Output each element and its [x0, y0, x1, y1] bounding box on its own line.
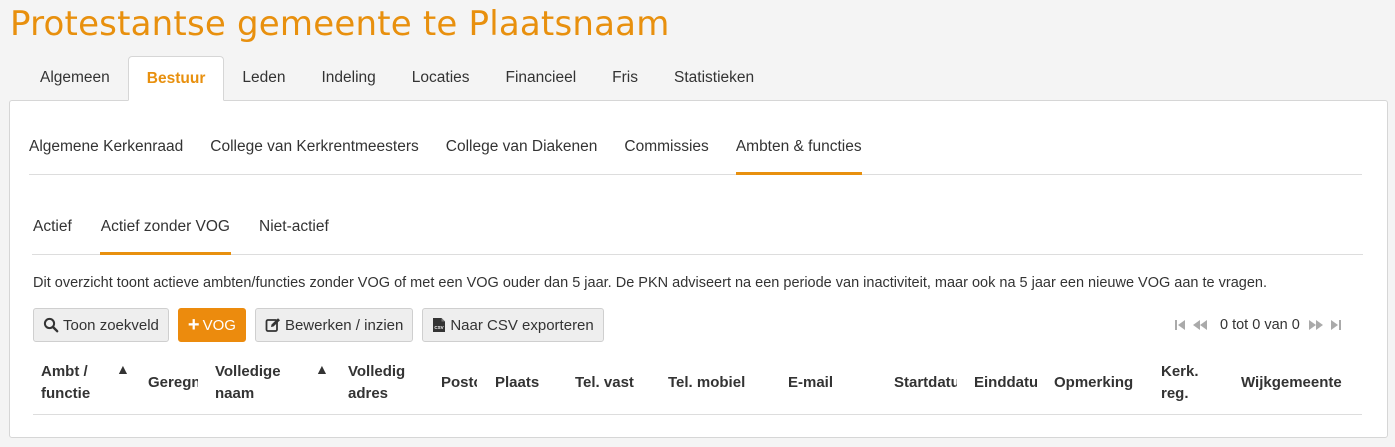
- column-plaats[interactable]: Plaats: [495, 351, 560, 415]
- tab-leden[interactable]: Leden: [224, 56, 303, 101]
- svg-text:CSV: CSV: [435, 325, 444, 330]
- subtab-college-van-diakenen[interactable]: College van Diakenen: [446, 129, 598, 175]
- export-csv-label: Naar CSV exporteren: [450, 316, 594, 334]
- toolbar: Toon zoekveld + VOG Bewerken / inzien CS…: [33, 308, 613, 342]
- search-icon: [43, 317, 59, 333]
- add-vog-button[interactable]: + VOG: [177, 308, 246, 342]
- tab-indeling[interactable]: Indeling: [303, 56, 393, 101]
- edit-icon: [265, 317, 281, 333]
- add-vog-label: VOG: [202, 316, 236, 334]
- sort-ascending-icon[interactable]: ▲: [315, 361, 329, 377]
- vogtab-actief[interactable]: Actief: [32, 209, 73, 255]
- column-volledig-adres[interactable]: Volledig adres: [348, 351, 418, 415]
- tab-bestuur[interactable]: Bestuur: [127, 56, 225, 101]
- pagination: 0 tot 0 van 0: [1174, 317, 1348, 333]
- subtab-ambten-functies[interactable]: Ambten & functies: [735, 129, 862, 175]
- vogtab-niet-actief[interactable]: Niet-actief: [258, 209, 330, 255]
- tab-fris[interactable]: Fris: [594, 56, 656, 101]
- tab-statistieken[interactable]: Statistieken: [656, 56, 772, 101]
- last-page-icon[interactable]: [1330, 319, 1342, 331]
- pagination-info: 0 tot 0 van 0: [1220, 317, 1300, 333]
- column-wijkgemeente[interactable]: Wijkgemeente: [1241, 351, 1359, 415]
- first-page-icon[interactable]: [1174, 319, 1186, 331]
- edit-view-label: Bewerken / inzien: [284, 316, 404, 334]
- csv-file-icon: CSV: [432, 317, 446, 333]
- column-email[interactable]: E-mail: [788, 351, 883, 415]
- vogtab-actief-zonder-vog[interactable]: Actief zonder VOG: [99, 209, 231, 255]
- tab-locaties[interactable]: Locaties: [394, 56, 488, 101]
- column-ambt-functie[interactable]: Ambt / functie: [41, 351, 103, 415]
- content-panel: Algemene Kerkenraad College van Kerkrent…: [9, 100, 1388, 438]
- export-csv-button[interactable]: CSV Naar CSV exporteren: [422, 308, 604, 342]
- column-postcode[interactable]: Postc: [441, 351, 477, 415]
- edit-view-button[interactable]: Bewerken / inzien: [254, 308, 414, 342]
- column-opmerking[interactable]: Opmerking: [1054, 351, 1149, 415]
- column-tel-vast[interactable]: Tel. vast: [575, 351, 655, 415]
- subtab-college-van-kerkrentmeesters[interactable]: College van Kerkrentmeesters: [210, 129, 419, 175]
- main-tabs: Algemeen Bestuur Leden Indeling Locaties…: [22, 56, 772, 101]
- tab-algemeen[interactable]: Algemeen: [22, 56, 128, 101]
- previous-page-icon[interactable]: [1192, 319, 1208, 331]
- column-kerk-reg[interactable]: Kerk. reg.: [1161, 351, 1221, 415]
- column-startdatum[interactable]: Startdatu: [894, 351, 957, 415]
- vog-tabs: Actief Actief zonder VOG Niet-actief: [32, 209, 1363, 255]
- column-einddatum[interactable]: Einddatu: [974, 351, 1037, 415]
- overview-description: Dit overzicht toont actieve ambten/funct…: [33, 275, 1267, 291]
- page-title: Protestantse gemeente te Plaatsnaam: [10, 4, 670, 44]
- column-geregistreerd[interactable]: Geregn: [148, 351, 198, 415]
- plus-icon: +: [187, 314, 200, 336]
- column-volledige-naam[interactable]: Volledige naam: [215, 351, 300, 415]
- show-search-button[interactable]: Toon zoekveld: [33, 308, 169, 342]
- show-search-label: Toon zoekveld: [63, 316, 159, 334]
- sort-ascending-icon[interactable]: ▲: [116, 361, 130, 377]
- subtab-algemene-kerkenraad[interactable]: Algemene Kerkenraad: [29, 129, 183, 175]
- tab-financieel[interactable]: Financieel: [488, 56, 595, 101]
- sub-tabs: Algemene Kerkenraad College van Kerkrent…: [29, 129, 1362, 175]
- subtab-commissies[interactable]: Commissies: [624, 129, 708, 175]
- table-header: Ambt / functie ▲ Geregn Volledige naam ▲…: [33, 351, 1362, 415]
- column-tel-mobiel[interactable]: Tel. mobiel: [668, 351, 768, 415]
- next-page-icon[interactable]: [1308, 319, 1324, 331]
